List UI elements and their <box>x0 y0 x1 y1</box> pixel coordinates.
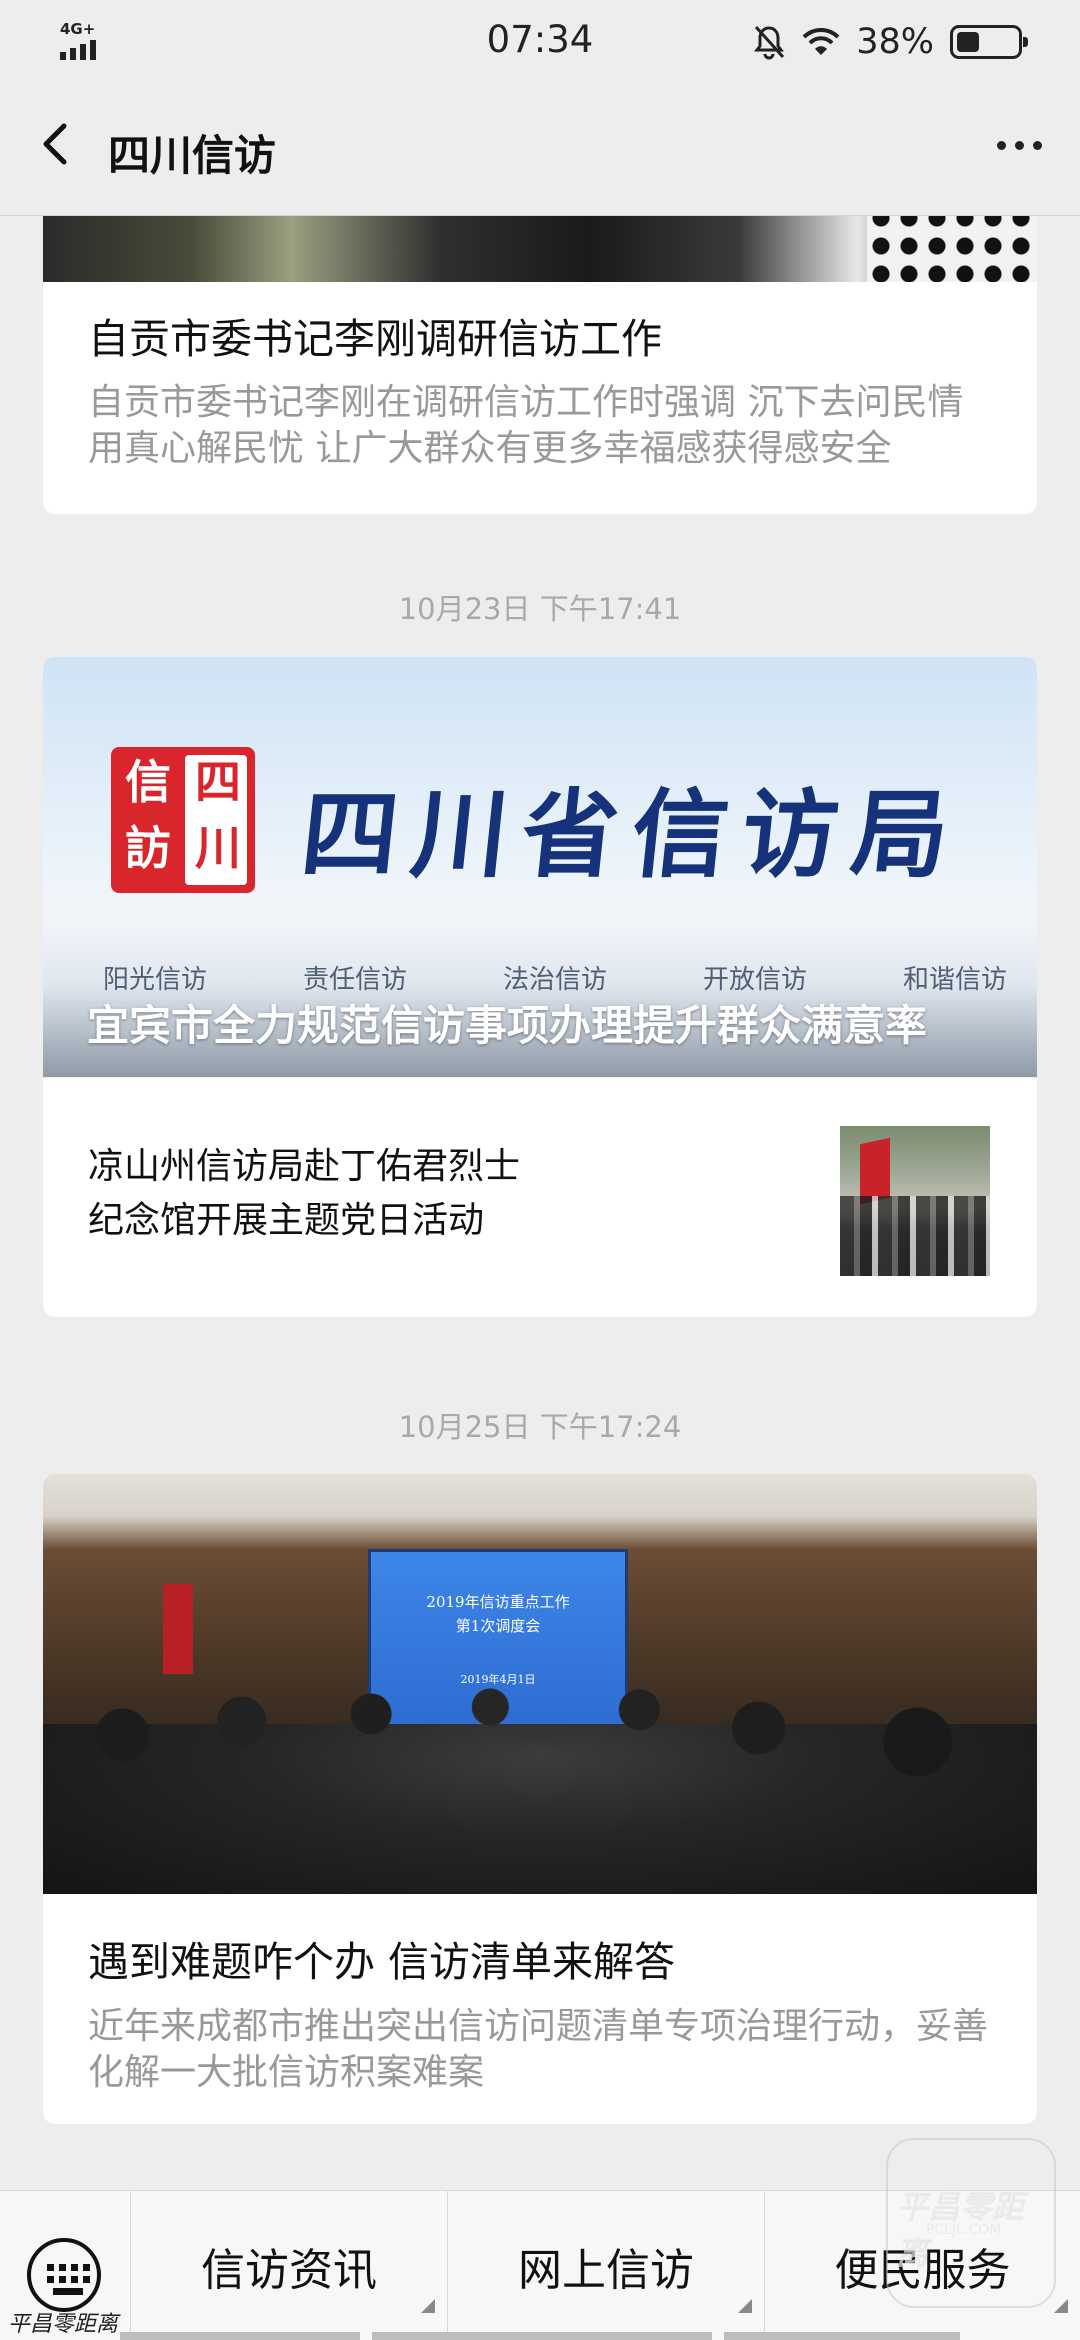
meeting-photo: 2019年信访重点工作 第1次调度会 2019年4月1日 <box>43 1474 1037 1894</box>
article-group-card: 信 訪 四 川 四川省信访局 阳光信访 责任信访 法治信访 开放信访 和谐信访 … <box>43 657 1037 1317</box>
status-icons: 38% <box>752 20 1028 64</box>
menu-xinfang-news[interactable]: 信访资讯 <box>130 2191 447 2340</box>
mute-bell-icon <box>754 25 785 60</box>
banner-slogans: 阳光信访 责任信访 法治信访 开放信访 和谐信访 <box>103 965 1007 995</box>
article-description: 自贡市委书记李刚在调研信访工作时强调 沉下去问民情 用真心解民忧 让广大群众有更… <box>88 382 964 469</box>
submenu-indicator-icon <box>421 2299 435 2313</box>
chevron-left-icon <box>43 123 67 165</box>
sub-article-title: 凉山州信访局赴丁佑君烈士纪念馆开展主题党日活动 <box>88 1146 521 1241</box>
timestamp: 10月25日 下午17:24 <box>398 1410 682 1444</box>
article-card[interactable]: 2019年信访重点工作 第1次调度会 2019年4月1日 遇到难题咋个办 信访清… <box>43 1474 1037 2124</box>
headline-banner[interactable]: 信 訪 四 川 四川省信访局 阳光信访 责任信访 法治信访 开放信访 和谐信访 … <box>43 657 1037 1077</box>
wifi-icon <box>802 27 840 55</box>
submenu-indicator-icon <box>738 2299 752 2313</box>
headline-title: 宜宾市全力规范信访事项办理提升群众满意率 <box>87 1001 928 1050</box>
more-dots-icon <box>996 140 1006 150</box>
article-description: 近年来成都市推出突出信访问题清单专项治理行动，妥善化解一大批信访积案难案 <box>88 2006 989 2093</box>
xinfang-seal-logo: 信 訪 四 川 <box>111 747 255 893</box>
article-title: 自贡市委书记李刚调研信访工作 <box>88 315 662 363</box>
article-title: 遇到难题咋个办 信访清单来解答 <box>88 1938 676 1986</box>
watermark-badge: 平昌零距离 PCLJL.COM <box>886 2138 1056 2308</box>
article-cover-image <box>43 216 1037 282</box>
back-button[interactable] <box>28 114 88 174</box>
timestamp: 10月23日 下午17:41 <box>398 592 682 626</box>
article-card[interactable]: 自贡市委书记李刚调研信访工作 自贡市委书记李刚在调研信访工作时强调 沉下去问民情… <box>43 216 1037 514</box>
article-feed: 自贡市委书记李刚调研信访工作 自贡市委书记李刚在调研信访工作时强调 沉下去问民情… <box>0 216 1080 2190</box>
nav-bar: 四川信访 <box>0 84 1080 216</box>
battery-percent: 38% <box>856 22 934 62</box>
watermark-text: 平昌零距离 <box>8 2312 119 2337</box>
keyboard-icon <box>27 2238 101 2312</box>
status-bar: 4G+ 07:34 38% <box>0 0 1080 84</box>
page-title: 四川信访 <box>108 131 277 180</box>
sub-article-item[interactable]: 凉山州信访局赴丁佑君烈士纪念馆开展主题党日活动 <box>43 1077 1037 1317</box>
gesture-bar <box>120 2332 360 2340</box>
battery-icon <box>950 25 1028 59</box>
sub-article-thumbnail <box>840 1126 990 1276</box>
banner-brand-text: 四川省信访局 <box>296 778 969 891</box>
more-options-button[interactable] <box>984 120 1054 170</box>
submenu-indicator-icon <box>1054 2299 1068 2313</box>
menu-online-petition[interactable]: 网上信访 <box>447 2191 764 2340</box>
